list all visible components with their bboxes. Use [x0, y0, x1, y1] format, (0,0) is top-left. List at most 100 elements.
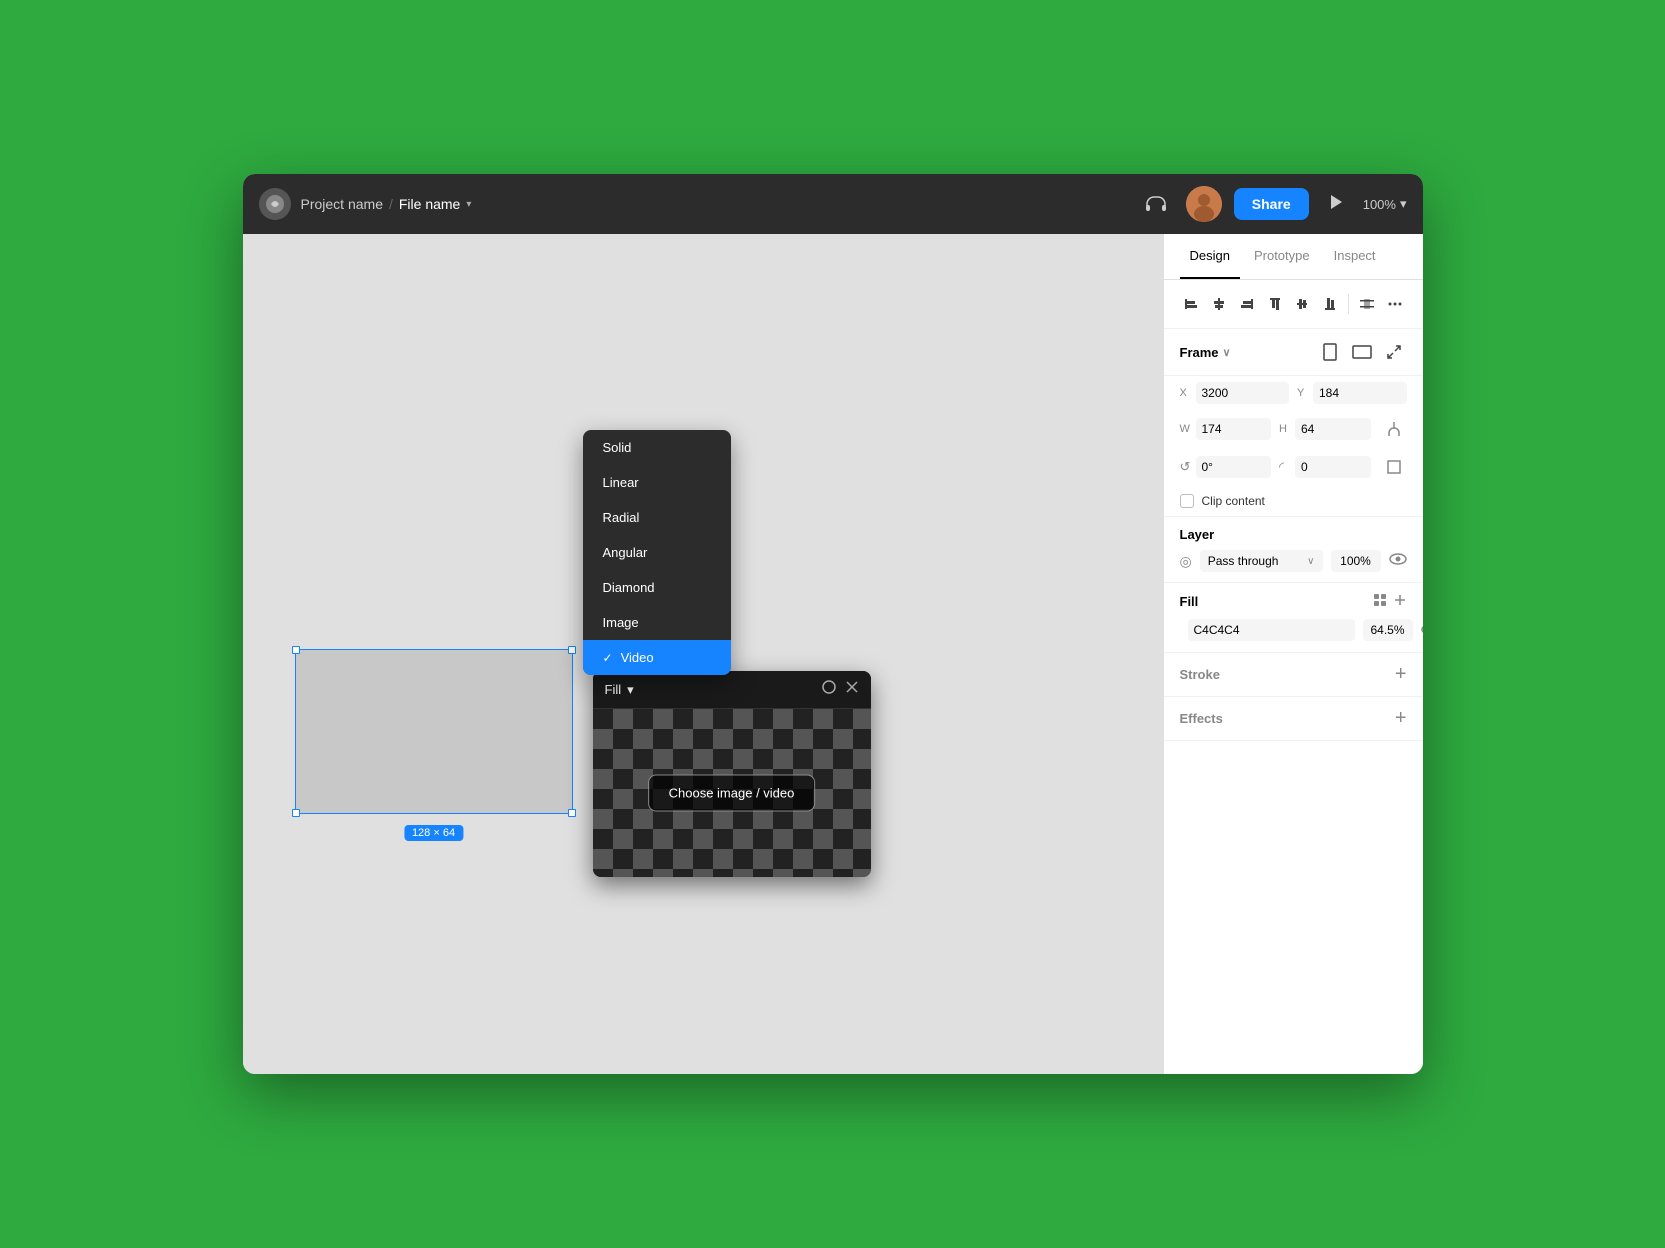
- corner-type-button[interactable]: [1381, 454, 1407, 480]
- dropdown-item-solid[interactable]: Solid: [583, 430, 731, 465]
- distribute-button[interactable]: [1355, 290, 1379, 318]
- w-input[interactable]: [1196, 418, 1272, 440]
- y-label: Y: [1297, 387, 1309, 399]
- blend-mode-icon: ◎: [1180, 553, 1192, 570]
- dropdown-item-diamond-label: Diamond: [603, 580, 655, 595]
- clip-content-checkbox[interactable]: [1180, 494, 1194, 508]
- zoom-dropdown-arrow: ▾: [1400, 196, 1407, 212]
- fill-type-dropdown: Solid Linear Radial Angular Diamond Imag…: [583, 430, 731, 675]
- more-align-button[interactable]: [1383, 290, 1407, 318]
- frame-dropdown-arrow[interactable]: ∨: [1223, 346, 1231, 359]
- dropdown-item-image-label: Image: [603, 615, 639, 630]
- dropdown-item-diamond[interactable]: Diamond: [583, 570, 731, 605]
- y-field: Y: [1297, 382, 1407, 404]
- clip-content-row: Clip content: [1164, 486, 1423, 517]
- app-window: Project name / File name ▾: [243, 174, 1423, 1074]
- filename-dropdown-arrow[interactable]: ▾: [466, 199, 471, 210]
- fill-popup: Fill ▾: [593, 671, 871, 877]
- x-input[interactable]: [1196, 382, 1290, 404]
- layer-section: Layer ◎ Pass through ∨: [1164, 517, 1423, 583]
- canvas-area: 128 × 64 Solid Linear Radial Angular Dia…: [243, 234, 1163, 1074]
- clip-content-label: Clip content: [1202, 494, 1265, 508]
- fill-popup-shape-icon[interactable]: [821, 679, 837, 700]
- align-bottom-button[interactable]: [1318, 290, 1342, 318]
- breadcrumb: Project name / File name ▾: [301, 196, 1138, 212]
- corner-input[interactable]: [1295, 456, 1371, 478]
- dropdown-item-linear-label: Linear: [603, 475, 639, 490]
- canvas-selected-element[interactable]: 128 × 64: [295, 649, 573, 814]
- fill-hex-input[interactable]: [1188, 619, 1355, 641]
- zoom-control[interactable]: 100% ▾: [1363, 196, 1407, 212]
- main-content: 128 × 64 Solid Linear Radial Angular Dia…: [243, 234, 1423, 1074]
- frame-title: Frame ∨: [1180, 345, 1231, 360]
- frame-resize-icon[interactable]: [1381, 339, 1407, 365]
- frame-portrait-icon[interactable]: [1317, 339, 1343, 365]
- resize-handle-br[interactable]: [568, 809, 576, 817]
- rotation-field: ↺: [1180, 454, 1272, 480]
- app-logo: [259, 188, 291, 220]
- blend-mode-value: Pass through: [1208, 554, 1279, 568]
- checkerboard-preview: Choose image / video: [593, 709, 871, 877]
- fill-grid-icon[interactable]: [1373, 593, 1387, 610]
- h-field: H: [1279, 416, 1371, 442]
- align-center-h-button[interactable]: [1207, 290, 1231, 318]
- dropdown-item-video-label: Video: [621, 650, 654, 665]
- dropdown-item-angular[interactable]: Angular: [583, 535, 731, 570]
- fill-popup-dropdown-arrow[interactable]: ▾: [627, 682, 634, 698]
- rotation-input[interactable]: [1196, 456, 1272, 478]
- align-right-button[interactable]: [1235, 290, 1259, 318]
- effects-add-button[interactable]: +: [1395, 707, 1407, 730]
- align-tools: [1164, 280, 1423, 329]
- w-field: W: [1180, 416, 1272, 442]
- effects-section-header: Effects +: [1180, 707, 1407, 730]
- check-icon: ✓: [603, 651, 613, 665]
- dropdown-item-radial[interactable]: Radial: [583, 500, 731, 535]
- align-left-button[interactable]: [1180, 290, 1204, 318]
- rotation-corner-row: ↺ ◜: [1164, 448, 1423, 486]
- dropdown-item-video[interactable]: ✓ Video: [583, 640, 731, 675]
- resize-handle-tl[interactable]: [292, 646, 300, 654]
- project-name: Project name: [301, 196, 383, 212]
- resize-handle-tr[interactable]: [568, 646, 576, 654]
- blend-mode-select[interactable]: Pass through ∨: [1200, 550, 1323, 572]
- element-dimension-label: 128 × 64: [404, 825, 463, 841]
- h-label: H: [1279, 423, 1291, 435]
- stroke-add-button[interactable]: +: [1395, 663, 1407, 686]
- xy-row: X Y: [1164, 376, 1423, 410]
- corner-label: ◜: [1279, 459, 1291, 475]
- fill-visibility-button[interactable]: [1421, 622, 1423, 638]
- fill-section-title: Fill: [1180, 594, 1373, 609]
- align-separator: [1348, 294, 1349, 314]
- file-name[interactable]: File name: [399, 196, 460, 212]
- resize-handle-bl[interactable]: [292, 809, 300, 817]
- fill-add-button[interactable]: [1393, 593, 1407, 610]
- share-button[interactable]: Share: [1234, 188, 1309, 220]
- breadcrumb-separator: /: [389, 196, 393, 212]
- align-top-button[interactable]: [1263, 290, 1287, 318]
- tab-prototype[interactable]: Prototype: [1244, 234, 1320, 279]
- wh-row: W H: [1164, 410, 1423, 448]
- headphones-button[interactable]: [1138, 186, 1174, 222]
- align-center-v-button[interactable]: [1291, 290, 1315, 318]
- avatar[interactable]: [1186, 186, 1222, 222]
- fill-opacity-input[interactable]: [1363, 619, 1413, 641]
- dropdown-item-solid-label: Solid: [603, 440, 632, 455]
- frame-section-icons: [1317, 339, 1407, 365]
- constrain-proportions-button[interactable]: [1381, 416, 1407, 442]
- frame-landscape-icon[interactable]: [1349, 339, 1375, 365]
- tab-design[interactable]: Design: [1180, 234, 1240, 279]
- dropdown-item-linear[interactable]: Linear: [583, 465, 731, 500]
- y-input[interactable]: [1313, 382, 1407, 404]
- dropdown-item-image[interactable]: Image: [583, 605, 731, 640]
- corner-field: ◜: [1279, 454, 1371, 480]
- h-input[interactable]: [1295, 418, 1371, 440]
- fill-popup-close-icon[interactable]: [845, 680, 859, 699]
- opacity-input[interactable]: [1331, 550, 1381, 572]
- effects-title: Effects: [1180, 711, 1395, 726]
- play-button[interactable]: [1321, 190, 1351, 219]
- tab-inspect[interactable]: Inspect: [1324, 234, 1386, 279]
- visibility-button[interactable]: [1389, 552, 1407, 570]
- choose-media-button[interactable]: Choose image / video: [648, 775, 816, 812]
- x-label: X: [1180, 387, 1192, 399]
- titlebar-right: Share 100% ▾: [1138, 186, 1407, 222]
